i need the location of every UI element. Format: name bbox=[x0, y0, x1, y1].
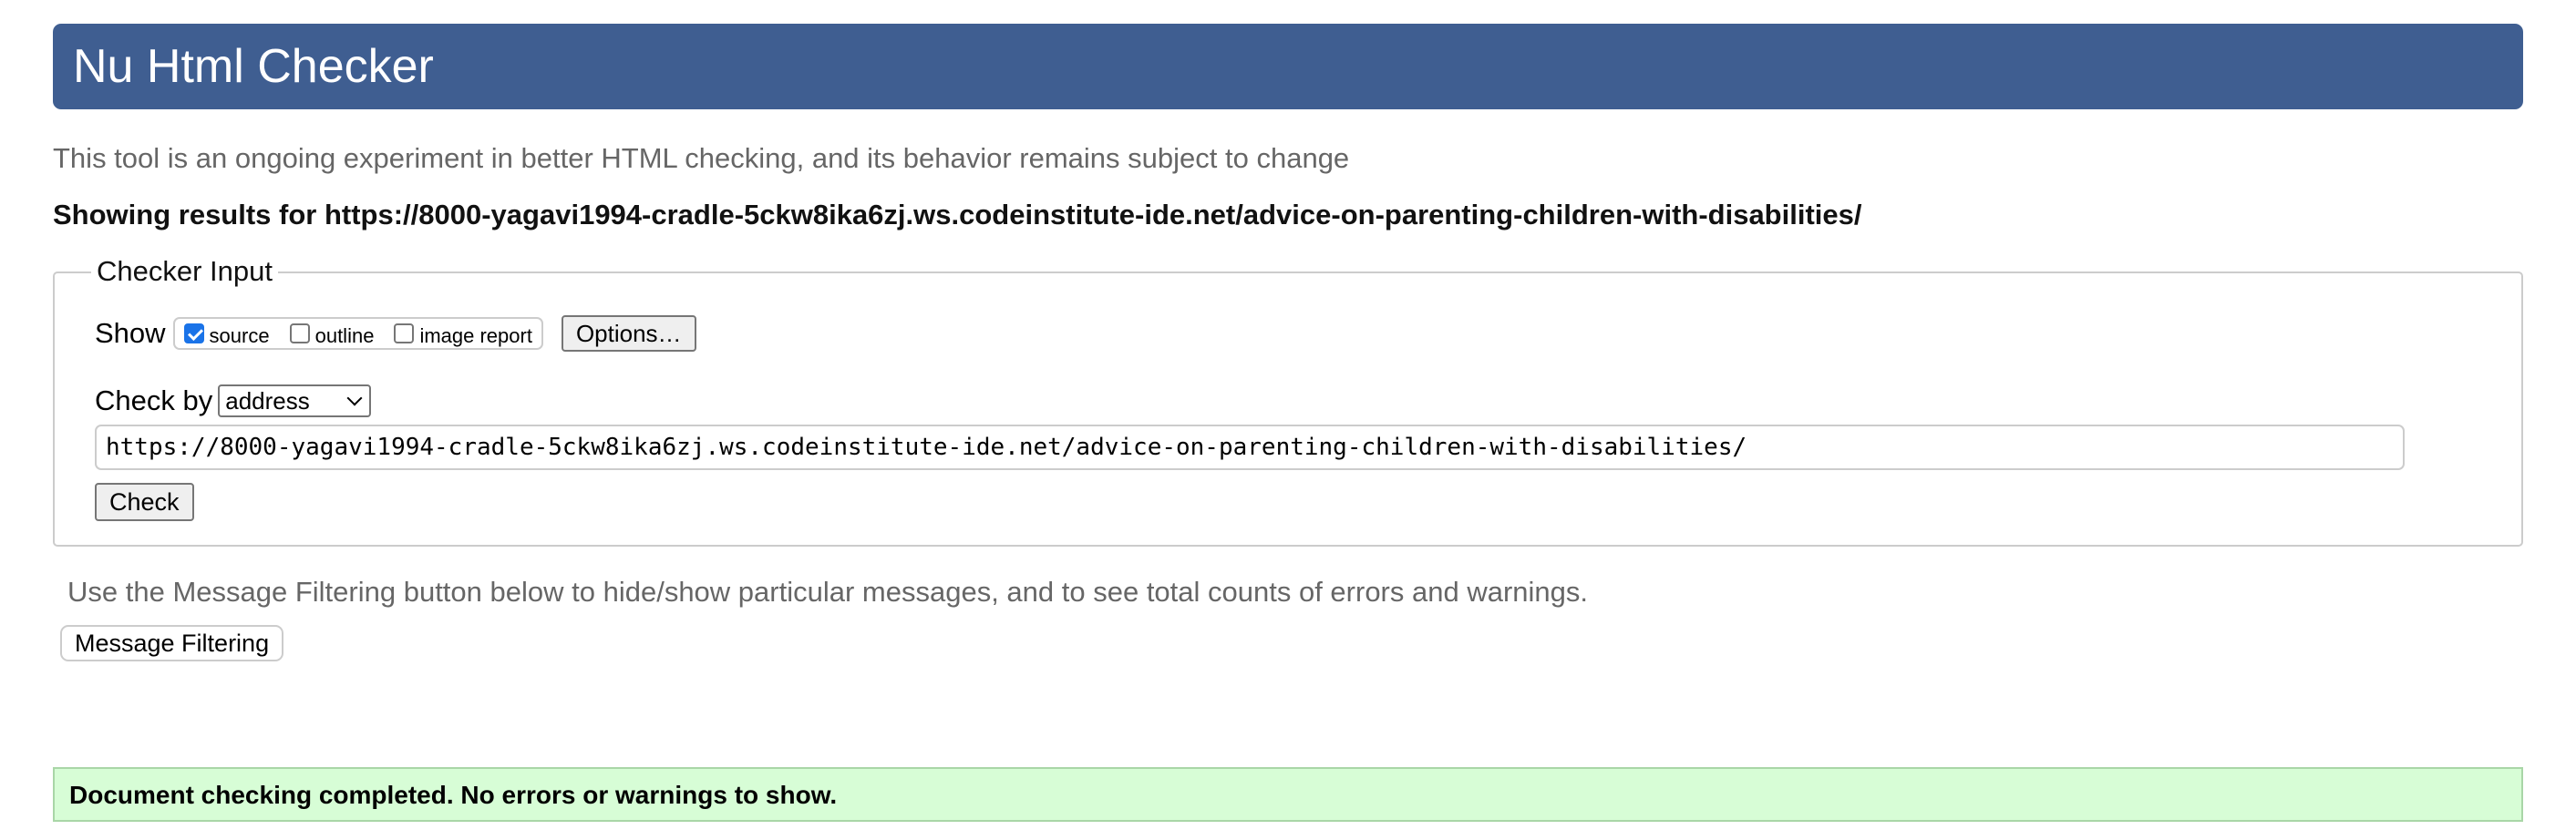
show-image-report-option[interactable]: image report bbox=[394, 319, 532, 348]
tool-description: This tool is an ongoing experiment in be… bbox=[53, 142, 1350, 174]
message-filtering-button[interactable]: Message Filtering bbox=[60, 625, 284, 661]
check-by-label: Check by bbox=[95, 384, 213, 416]
show-outline-option[interactable]: outline bbox=[289, 319, 375, 348]
header-banner: Nu Html Checker bbox=[53, 24, 2523, 109]
source-checkbox[interactable] bbox=[183, 323, 204, 343]
image-report-checkbox[interactable] bbox=[394, 323, 415, 343]
source-checkbox-label: source bbox=[209, 324, 270, 347]
checker-input-legend: Checker Input bbox=[91, 253, 278, 290]
url-input[interactable]: https://8000-yagavi1994-cradle-5ckw8ika6… bbox=[95, 425, 2405, 470]
check-by-select[interactable]: address bbox=[218, 384, 372, 417]
show-row: Show source outline image report Options… bbox=[95, 315, 696, 352]
chevron-down-icon bbox=[346, 390, 363, 406]
options-button[interactable]: Options… bbox=[561, 315, 696, 352]
outline-checkbox-label: outline bbox=[314, 324, 375, 347]
check-by-row: Check by address bbox=[95, 383, 372, 419]
check-button[interactable]: Check bbox=[95, 483, 194, 521]
show-options-group: source outline image report bbox=[172, 317, 543, 350]
page-title: Nu Html Checker bbox=[73, 40, 434, 93]
check-by-selected-value: address bbox=[225, 387, 310, 415]
show-source-option[interactable]: source bbox=[183, 319, 270, 348]
outline-checkbox[interactable] bbox=[289, 323, 310, 343]
page: Nu Html Checker This tool is an ongoing … bbox=[0, 0, 2576, 840]
checker-input-fieldset: Checker Input Show source outline image … bbox=[53, 253, 2523, 547]
success-message-box: Document checking completed. No errors o… bbox=[53, 767, 2523, 822]
success-message: Document checking completed. No errors o… bbox=[69, 781, 838, 809]
message-filtering-note: Use the Message Filtering button below t… bbox=[67, 576, 1589, 608]
results-heading: Showing results for https://8000-yagavi1… bbox=[53, 199, 1862, 230]
show-label: Show bbox=[95, 317, 166, 349]
image-report-checkbox-label: image report bbox=[419, 324, 532, 347]
